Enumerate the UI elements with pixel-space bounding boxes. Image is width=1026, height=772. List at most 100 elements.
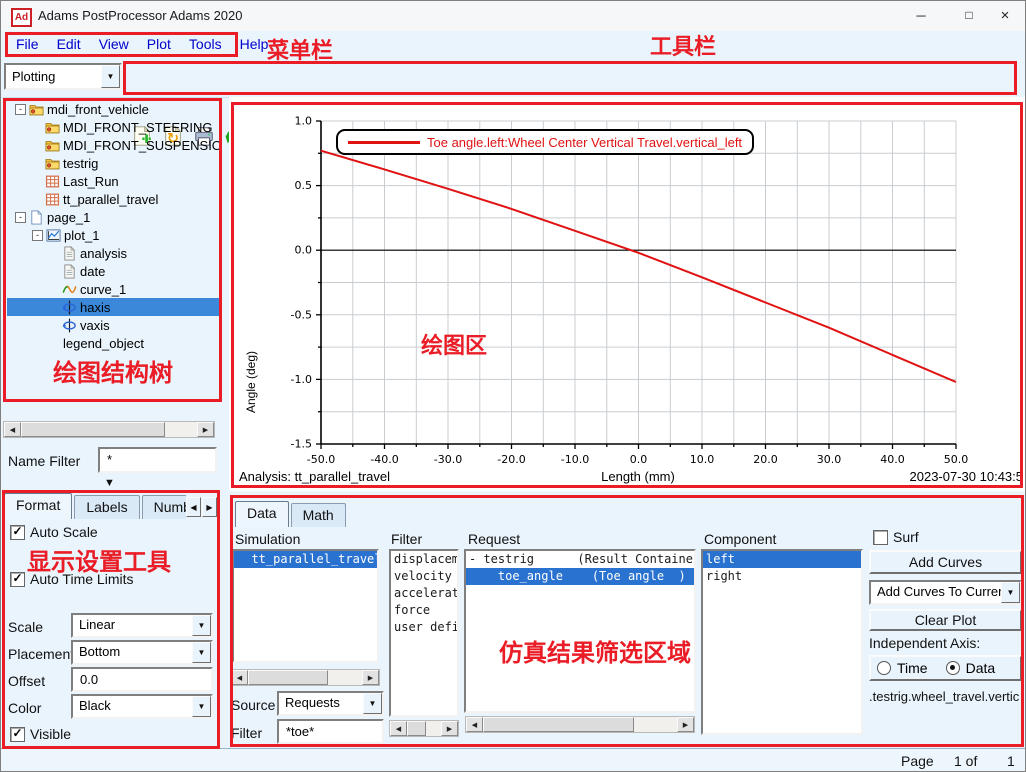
scroll-left-icon[interactable]: ◀ [4, 422, 21, 437]
tree-item-haxis[interactable]: haxis [7, 298, 220, 316]
tab-format[interactable]: Format [4, 493, 72, 519]
filter-list[interactable]: displacemevelocityacceleratiforceuser de… [389, 549, 459, 717]
offset-input[interactable]: 0.0 [71, 667, 213, 692]
tree-item-tt_parallel_travel[interactable]: tt_parallel_travel [7, 190, 220, 208]
menu-view[interactable]: View [90, 34, 138, 54]
tab-math[interactable]: Math [291, 503, 346, 527]
menu-file[interactable]: File [7, 34, 48, 54]
mode-select[interactable]: Plotting ▼ [4, 63, 122, 90]
svg-text:-0.5: -0.5 [291, 308, 312, 321]
time-radio-label: Time [897, 660, 928, 676]
scroll-thumb[interactable] [483, 717, 634, 732]
surf-checkbox[interactable] [873, 530, 888, 545]
tree-item-date[interactable]: date [7, 262, 220, 280]
color-select[interactable]: Black ▼ [71, 694, 213, 719]
tree-item-mdi_front_vehicle[interactable]: - mdi_front_vehicle [7, 100, 220, 118]
data-radio[interactable] [946, 661, 960, 675]
name-filter-input[interactable]: * [98, 447, 217, 473]
tab-number[interactable]: Number [142, 495, 186, 519]
scroll-thumb[interactable] [248, 670, 328, 685]
tree-item-label: mdi_front_vehicle [47, 102, 149, 117]
close-icon[interactable]: × [983, 1, 1026, 30]
add-curves-button[interactable]: Add Curves [869, 550, 1022, 574]
filter-item[interactable]: displaceme [391, 551, 457, 568]
scale-select[interactable]: Linear ▼ [71, 613, 213, 638]
svg-text:-10.0: -10.0 [561, 453, 589, 466]
auto-scale-checkbox[interactable]: ✓ [10, 525, 25, 540]
simulation-hscrollbar[interactable]: ◀ ▶ [230, 669, 380, 686]
tree-item-Last_Run[interactable]: Last_Run [7, 172, 220, 190]
dropdown-arrow-icon[interactable]: ▼ [192, 642, 211, 663]
time-radio[interactable] [877, 661, 891, 675]
scroll-left-icon[interactable]: ◀ [231, 670, 248, 685]
menu-tools[interactable]: Tools [180, 34, 231, 54]
dropdown-arrow-icon[interactable]: ▼ [363, 693, 382, 714]
visible-checkbox[interactable]: ✓ [10, 727, 25, 742]
component-list[interactable]: leftright [701, 549, 863, 735]
auto-time-limits-checkbox[interactable]: ✓ [10, 572, 25, 587]
clear-plot-button[interactable]: Clear Plot [869, 609, 1022, 631]
tree-hscrollbar[interactable]: ◀ ▶ [3, 421, 215, 438]
request-hscrollbar[interactable]: ◀ ▶ [465, 716, 695, 733]
tree-item-label: testrig [63, 156, 98, 171]
dropdown-arrow-icon[interactable]: ▼ [192, 696, 211, 717]
tree-item-analysis[interactable]: analysis [7, 244, 220, 262]
filter-item[interactable]: velocity [391, 568, 457, 585]
y-axis-title: Angle (deg) [244, 322, 258, 442]
filter-item[interactable]: accelerati [391, 585, 457, 602]
request-list[interactable]: - testrig (Result Container toe_angle (T… [464, 549, 696, 713]
request-item[interactable]: - testrig (Result Container [466, 551, 694, 568]
component-item[interactable]: right [703, 568, 861, 585]
tree-item-testrig[interactable]: testrig [7, 154, 220, 172]
dropdown-arrow-icon[interactable]: ▼ [1001, 582, 1020, 603]
filter-item[interactable]: user defin [391, 619, 457, 636]
tree-item-label: analysis [80, 246, 127, 261]
menu-edit[interactable]: Edit [48, 34, 90, 54]
tab-scroll-right-icon[interactable]: ▶ [202, 497, 217, 517]
tab-scroll-left-icon[interactable]: ◀ [186, 497, 201, 517]
plot-area[interactable]: -50.0-40.0-30.0-20.0-10.00.010.020.030.0… [229, 97, 1026, 491]
scroll-right-icon[interactable]: ▶ [362, 670, 379, 685]
tree-item-MDI_FRONT_STEERING[interactable]: MDI_FRONT_STEERING [7, 118, 220, 136]
dropdown-arrow-icon[interactable]: ▼ [192, 615, 211, 636]
filter-hscrollbar[interactable]: ◀ ▶ [389, 720, 459, 737]
collapse-icon[interactable]: - [15, 104, 26, 115]
scroll-right-icon[interactable]: ▶ [197, 422, 214, 437]
scroll-left-icon[interactable]: ◀ [390, 721, 407, 736]
minimize-icon[interactable]: ─ [899, 1, 943, 30]
request-item[interactable]: toe_angle (Toe angle ) [466, 568, 694, 585]
dropdown-arrow-icon[interactable]: ▼ [101, 65, 120, 88]
tree-item-MDI_FRONT_SUSPENSIO[interactable]: MDI_FRONT_SUSPENSIO [7, 136, 220, 154]
simul-item[interactable]: tt_parallel_travel [234, 551, 377, 568]
toolbar: Plotting ▼ ↻AΣ [1, 59, 1025, 98]
tree-item-plot_1[interactable]: -plot_1 [7, 226, 220, 244]
source-select[interactable]: Requests ▼ [277, 691, 384, 716]
result-filter-input[interactable]: *toe* [277, 719, 384, 744]
window-title: Adams PostProcessor Adams 2020 [38, 8, 243, 23]
simulation-list[interactable]: tt_parallel_travel [232, 549, 379, 663]
collapse-icon[interactable]: - [15, 212, 26, 223]
scroll-right-icon[interactable]: ▶ [677, 717, 694, 732]
add-mode-select[interactable]: Add Curves To Curren ▼ [869, 580, 1022, 605]
svg-text:30.0: 30.0 [817, 453, 842, 466]
plot-legend[interactable]: Toe angle.left:Wheel Center Vertical Tra… [336, 129, 754, 155]
scroll-right-icon[interactable]: ▶ [441, 721, 458, 736]
tree-item-curve_1[interactable]: curve_1 [7, 280, 220, 298]
component-item[interactable]: left [703, 551, 861, 568]
menu-plot[interactable]: Plot [138, 34, 180, 54]
placement-select[interactable]: Bottom ▼ [71, 640, 213, 665]
tab-data[interactable]: Data [235, 501, 289, 527]
scroll-left-icon[interactable]: ◀ [466, 717, 483, 732]
tree-item-legend_object[interactable]: legend_object [7, 334, 220, 352]
filter-item[interactable]: force [391, 602, 457, 619]
collapse-icon[interactable]: - [32, 230, 43, 241]
tab-labels[interactable]: Labels [74, 495, 139, 519]
tree-item-page_1[interactable]: -page_1 [7, 208, 220, 226]
plot-icon [46, 228, 61, 243]
svg-text:-30.0: -30.0 [434, 453, 462, 466]
scroll-thumb[interactable] [407, 721, 426, 736]
scroll-thumb[interactable] [21, 422, 165, 437]
tree-item-vaxis[interactable]: vaxis [7, 316, 220, 334]
independent-axis-label: Independent Axis: [869, 635, 980, 651]
pane-splitter-icon[interactable]: ▼ [104, 477, 115, 489]
